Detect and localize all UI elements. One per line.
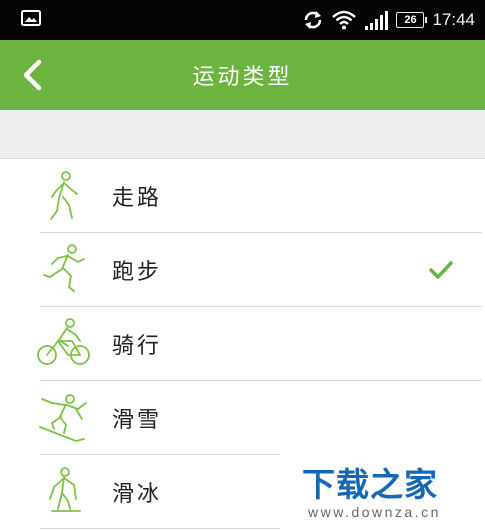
watermark-logo: 下载之家 xyxy=(302,465,438,504)
list-item-label: 滑雪 xyxy=(112,408,163,433)
watermark-url: www.downza.cn xyxy=(308,504,441,520)
running-icon xyxy=(43,244,85,292)
list-item-skiing[interactable]: 滑雪 xyxy=(0,381,485,455)
list-item-label: 走路 xyxy=(112,186,163,211)
skating-icon xyxy=(49,467,81,512)
status-bar: 26 17:44 xyxy=(0,0,485,40)
skiing-icon xyxy=(39,394,87,442)
list-item-cycling[interactable]: 骑行 xyxy=(0,307,485,381)
walking-icon xyxy=(50,171,78,220)
app-bar: 运动类型 xyxy=(0,40,485,110)
list-item-label: 跑步 xyxy=(112,260,163,285)
section-spacer xyxy=(0,110,485,159)
battery-icon: 26 xyxy=(396,12,428,28)
watermark: 下载之家 www.downza.cn xyxy=(280,452,485,531)
signal-icon xyxy=(365,11,389,30)
check-icon xyxy=(429,261,453,279)
list-item-running[interactable]: 跑步 xyxy=(0,233,485,307)
sync-icon xyxy=(305,11,322,29)
gallery-icon xyxy=(21,10,41,26)
cycling-icon xyxy=(37,318,90,365)
status-right: 26 17:44 xyxy=(302,0,475,40)
list-item-walking[interactable]: 走路 xyxy=(0,159,485,233)
list-item-label: 骑行 xyxy=(112,334,163,359)
battery-level: 26 xyxy=(404,13,417,26)
list-item-label: 滑冰 xyxy=(112,482,163,507)
status-time: 17:44 xyxy=(432,10,475,29)
wifi-icon xyxy=(332,10,357,30)
page-title: 运动类型 xyxy=(192,65,293,90)
